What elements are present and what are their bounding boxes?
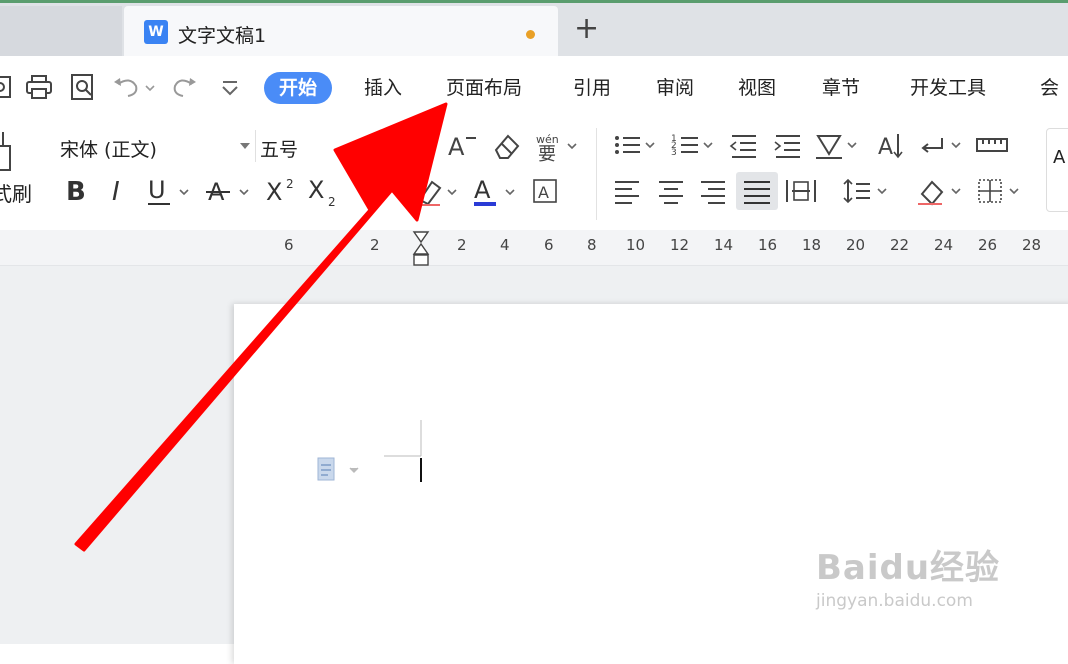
svg-text:X: X [266, 178, 282, 206]
menu-page-layout[interactable]: 页面布局 [446, 72, 522, 104]
bullet-list-icon[interactable] [612, 130, 660, 164]
underline-icon[interactable]: U [146, 174, 196, 212]
format-painter-label: 式刷 [0, 182, 32, 206]
font-name-value: 宋体 (正文) [60, 139, 157, 161]
new-tab-button[interactable]: + [574, 9, 599, 49]
char-border-icon[interactable]: A [532, 174, 562, 212]
menu-view[interactable]: 视图 [738, 72, 776, 104]
italic-icon[interactable]: I [106, 174, 136, 212]
menu-bar: 开始 插入 页面布局 引用 审阅 视图 章节 开发工具 会 [0, 56, 1068, 122]
ruler-tick: 16 [758, 236, 778, 254]
ruler-tick: 2 [370, 236, 380, 254]
align-center-icon[interactable] [656, 176, 686, 210]
ruler-tick: 4 [500, 236, 510, 254]
format-painter-icon[interactable] [0, 130, 24, 178]
menu-review[interactable]: 审阅 [656, 72, 694, 104]
justify-icon[interactable] [736, 172, 778, 210]
svg-text:A: A [538, 183, 549, 202]
baidu-watermark: Baidu经验 jingyan.baidu.com [816, 540, 1010, 611]
bold-icon[interactable]: B [62, 174, 92, 212]
ruler-tick: 12 [670, 236, 690, 254]
ruler-tick: 26 [978, 236, 998, 254]
undo-icon[interactable] [110, 72, 158, 102]
watermark-brand: Baidu经验 [816, 548, 1001, 588]
ruler-tick: 10 [626, 236, 646, 254]
ruler-tick: 28 [1022, 236, 1042, 254]
paragraph-mark-icon[interactable] [918, 130, 966, 164]
ruler-toggle-icon[interactable] [974, 130, 1010, 164]
watermark-url: jingyan.baidu.com [816, 591, 973, 611]
paste-options-icon[interactable] [316, 456, 362, 488]
ruler-tick: 6 [544, 236, 554, 254]
wps-writer-icon: W [144, 20, 168, 44]
menu-chapter[interactable]: 章节 [822, 72, 860, 104]
horizontal-ruler[interactable]: 6 2 2 4 6 8 10 12 14 16 18 20 22 24 26 2… [0, 230, 1068, 266]
ruler-tick: 2 [457, 236, 467, 254]
style-gallery[interactable]: A [1046, 128, 1068, 212]
ruler-tick: 14 [714, 236, 734, 254]
print-preview-icon[interactable] [68, 72, 98, 102]
font-size-value: 五号 [260, 139, 299, 161]
ruler-tick: 20 [846, 236, 866, 254]
highlight-icon[interactable] [414, 174, 462, 212]
ruler-tick: 18 [802, 236, 822, 254]
print-icon[interactable] [24, 72, 54, 102]
decrease-indent-icon[interactable] [728, 130, 760, 164]
chevron-down-icon [240, 143, 250, 149]
tab-bar: W 文字文稿1 + [0, 0, 1068, 58]
line-spacing-icon[interactable] [842, 176, 892, 210]
svg-text:2: 2 [328, 195, 336, 208]
numbered-list-icon[interactable]: 123 [670, 130, 718, 164]
grow-font-icon[interactable]: A [444, 130, 478, 166]
tab-previous[interactable] [0, 6, 122, 56]
font-color-icon[interactable]: A [472, 174, 520, 212]
svg-text:X: X [308, 176, 324, 204]
svg-text:要: 要 [538, 144, 556, 162]
shading-icon[interactable] [916, 176, 966, 210]
text-cursor [420, 458, 422, 482]
ruler-tick: 8 [587, 236, 597, 254]
menu-member[interactable]: 会 [1040, 72, 1059, 104]
align-right-icon[interactable] [698, 176, 728, 210]
menu-insert[interactable]: 插入 [364, 72, 402, 104]
superscript-icon[interactable]: X2 [264, 174, 300, 212]
svg-text:A: A [474, 176, 491, 204]
customize-toolbar-icon[interactable] [216, 72, 246, 102]
sort-icon[interactable]: A [876, 130, 908, 164]
increase-indent-icon[interactable] [772, 130, 804, 164]
style-preview: A [1053, 147, 1066, 168]
svg-text:B: B [66, 177, 86, 207]
font-name-select[interactable]: 宋体 (正文) [56, 130, 256, 162]
svg-text:A: A [448, 133, 465, 161]
strikethrough-icon[interactable]: A [206, 174, 256, 212]
redo-icon[interactable] [170, 72, 200, 102]
text-direction-icon[interactable] [814, 130, 864, 164]
unsaved-dot-icon [526, 30, 535, 39]
document-tab[interactable]: W 文字文稿1 [124, 6, 558, 58]
ruler-tick: 6 [284, 236, 294, 254]
svg-text:I: I [112, 177, 120, 207]
svg-text:A: A [878, 135, 893, 160]
ruler-tick: 24 [934, 236, 954, 254]
distributed-align-icon[interactable] [784, 176, 818, 210]
align-left-icon[interactable] [612, 176, 642, 210]
menu-home[interactable]: 开始 [264, 72, 333, 104]
menu-references[interactable]: 引用 [573, 72, 611, 104]
margin-corner-mark [384, 420, 424, 464]
subscript-icon[interactable]: X2 [306, 174, 342, 212]
svg-text:2: 2 [286, 177, 294, 191]
document-title: 文字文稿1 [178, 25, 267, 47]
save-icon[interactable] [0, 72, 16, 102]
menu-developer-tools[interactable]: 开发工具 [910, 72, 986, 104]
ribbon-home: 式刷 宋体 (正文) 五号 A wén要 B I U A X2 X2 A A [0, 122, 1068, 230]
svg-text:U: U [148, 176, 166, 204]
borders-icon[interactable] [976, 176, 1026, 210]
ruler-tick: 22 [890, 236, 910, 254]
phonetic-guide-icon[interactable]: wén 要 [534, 130, 584, 166]
clear-format-icon[interactable] [490, 130, 524, 166]
group-divider [596, 128, 597, 220]
svg-text:3: 3 [671, 148, 677, 158]
font-size-select[interactable]: 五号 [256, 130, 376, 162]
